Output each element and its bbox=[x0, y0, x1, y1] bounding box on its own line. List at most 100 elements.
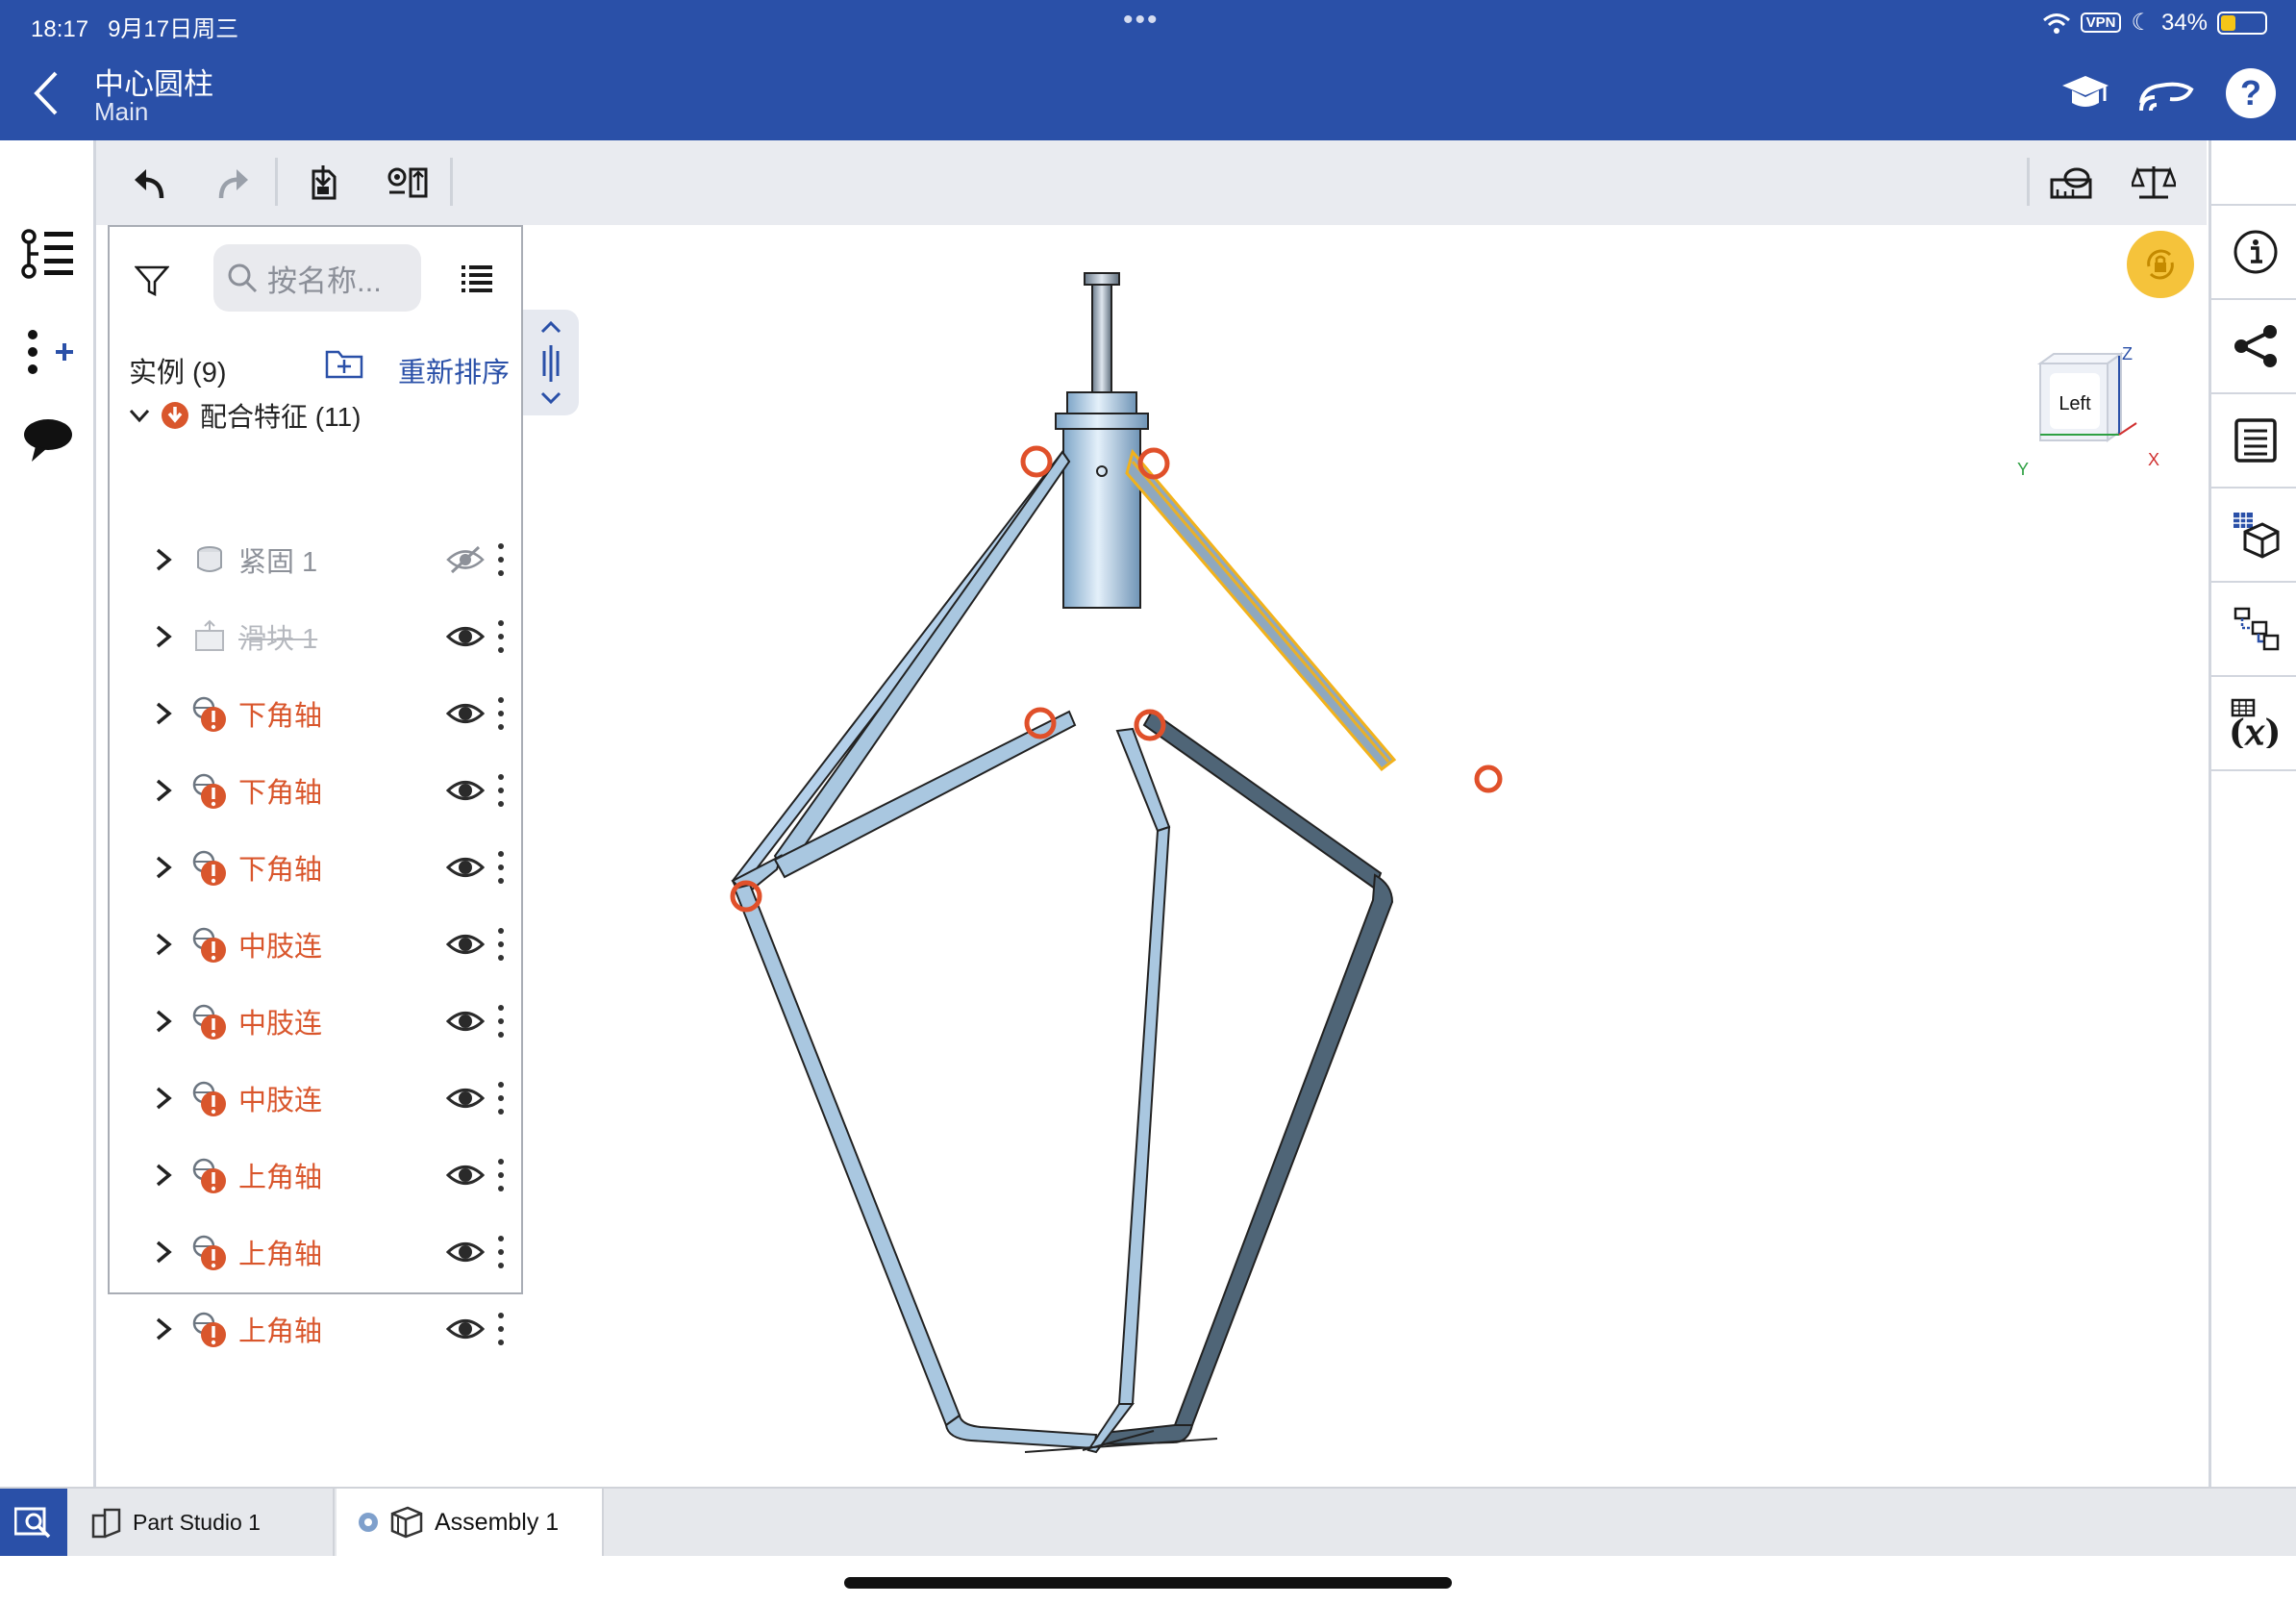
moon-icon: ☾ bbox=[2131, 10, 2152, 36]
more-options-icon[interactable] bbox=[496, 928, 506, 961]
eye-icon[interactable] bbox=[445, 776, 486, 805]
tab-search-icon[interactable] bbox=[0, 1489, 67, 1556]
panel-collapse-tab[interactable] bbox=[523, 310, 579, 415]
more-options-icon[interactable] bbox=[496, 774, 506, 807]
eye-icon[interactable] bbox=[445, 1007, 486, 1036]
more-options-icon[interactable] bbox=[496, 1236, 506, 1268]
more-options-icon[interactable] bbox=[496, 543, 506, 576]
redo-icon[interactable] bbox=[204, 154, 262, 212]
tab-part-studio[interactable]: Part Studio 1 bbox=[69, 1489, 335, 1556]
chevron-right-icon[interactable] bbox=[152, 623, 175, 650]
mate-row[interactable]: 上角轴 bbox=[110, 1214, 525, 1291]
mate-label: 上角轴 bbox=[238, 1316, 323, 1347]
more-options-icon[interactable] bbox=[496, 1313, 506, 1345]
eye-icon[interactable] bbox=[445, 1238, 486, 1266]
appearance-icon[interactable] bbox=[2211, 489, 2296, 583]
variables-icon[interactable]: (𝑥) bbox=[2211, 677, 2296, 771]
chevron-right-icon[interactable] bbox=[152, 777, 175, 804]
view-cube[interactable]: Left Z Y X bbox=[2011, 342, 2165, 477]
eye-icon[interactable] bbox=[445, 699, 486, 728]
fastened-mate-icon bbox=[190, 540, 229, 579]
mate-row[interactable]: 紧固 1 bbox=[110, 521, 525, 598]
mate-row[interactable]: 中肢连 bbox=[110, 906, 525, 983]
slider-mate-icon bbox=[190, 617, 229, 656]
feature-tree-icon[interactable] bbox=[17, 223, 79, 285]
replicate-icon[interactable] bbox=[379, 154, 437, 212]
more-options-icon[interactable] bbox=[496, 1082, 506, 1115]
eye-icon[interactable] bbox=[445, 930, 486, 959]
chevron-right-icon[interactable] bbox=[152, 546, 175, 573]
chevron-right-icon[interactable] bbox=[152, 700, 175, 727]
chevron-right-icon[interactable] bbox=[152, 1239, 175, 1266]
mate-row[interactable]: 上角轴 bbox=[110, 1137, 525, 1214]
new-folder-icon[interactable] bbox=[325, 348, 363, 379]
mate-error-icon bbox=[190, 694, 229, 733]
chevron-right-icon[interactable] bbox=[152, 1008, 175, 1035]
eye-icon[interactable] bbox=[445, 853, 486, 882]
document-tab-bar: Part Studio 1 Assembly 1 bbox=[0, 1487, 2296, 1556]
help-icon[interactable]: ? bbox=[2219, 62, 2283, 125]
mass-properties-icon[interactable] bbox=[2125, 154, 2183, 212]
rotation-lock-icon[interactable] bbox=[2127, 231, 2194, 298]
mate-row[interactable]: 下角轴 bbox=[110, 675, 525, 752]
chevron-down-icon[interactable] bbox=[129, 408, 150, 423]
view-cube-face-label: Left bbox=[2059, 393, 2091, 414]
mate-error-icon bbox=[190, 848, 229, 887]
chevron-right-icon[interactable] bbox=[152, 931, 175, 958]
more-options-icon[interactable] bbox=[496, 851, 506, 884]
mate-row[interactable]: 滑块 1 bbox=[110, 598, 525, 675]
learning-center-icon[interactable] bbox=[2054, 62, 2117, 125]
reorder-button[interactable]: 重新排序 bbox=[398, 350, 510, 390]
mate-row[interactable]: 下角轴 bbox=[110, 829, 525, 906]
bom-icon[interactable] bbox=[2211, 394, 2296, 489]
instance-list-panel: 按名称... 实例 (9) 重新排序 配合特征 (11) 紧固 1 滑块 1 下角轴… bbox=[108, 225, 525, 1347]
chevron-right-icon[interactable] bbox=[152, 1162, 175, 1189]
assembly-toolbar bbox=[96, 140, 2207, 225]
filter-icon[interactable] bbox=[135, 263, 169, 298]
instances-header: 实例 (9) bbox=[129, 358, 227, 388]
mate-row[interactable]: 中肢连 bbox=[110, 1060, 525, 1137]
more-options-icon[interactable] bbox=[496, 1159, 506, 1191]
mate-row[interactable]: 中肢连 bbox=[110, 983, 525, 1060]
home-indicator[interactable] bbox=[844, 1577, 1452, 1589]
mate-row[interactable]: 上角轴 bbox=[110, 1291, 525, 1367]
measure-icon[interactable] bbox=[2042, 154, 2100, 212]
assembly-icon bbox=[390, 1506, 423, 1539]
chevron-right-icon[interactable] bbox=[152, 854, 175, 881]
comments-icon[interactable] bbox=[17, 410, 79, 471]
mate-label: 中肢连 bbox=[238, 1009, 323, 1040]
mate-error-icon bbox=[190, 1002, 229, 1040]
eye-icon[interactable] bbox=[445, 1084, 486, 1113]
multitask-dots-icon[interactable]: ••• bbox=[1123, 4, 1160, 37]
more-options-icon[interactable] bbox=[496, 1005, 506, 1038]
more-options-icon[interactable] bbox=[496, 620, 506, 653]
assembly-model[interactable] bbox=[673, 260, 1538, 1471]
right-rail: (𝑥) bbox=[2209, 140, 2296, 1487]
eye-icon[interactable] bbox=[445, 622, 486, 651]
mate-features-group[interactable]: 配合特征 (11) bbox=[129, 396, 362, 435]
chevron-right-icon[interactable] bbox=[152, 1085, 175, 1112]
info-icon[interactable] bbox=[2211, 206, 2296, 300]
search-input[interactable]: 按名称... bbox=[213, 244, 421, 312]
chevron-right-icon[interactable] bbox=[152, 1316, 175, 1342]
back-chevron-icon[interactable] bbox=[27, 67, 65, 119]
workspace-name: Main bbox=[94, 97, 149, 126]
share-icon[interactable] bbox=[2211, 300, 2296, 394]
configurations-icon[interactable] bbox=[2211, 583, 2296, 677]
tab-info-icon[interactable] bbox=[358, 1512, 379, 1533]
eye-hidden-icon[interactable] bbox=[446, 545, 485, 574]
tab-assembly[interactable]: Assembly 1 bbox=[337, 1489, 604, 1556]
mate-group-label: 配合特征 (11) bbox=[200, 402, 362, 432]
mate-row[interactable]: 下角轴 bbox=[110, 752, 525, 829]
mate-error-icon bbox=[190, 1079, 229, 1117]
undo-icon[interactable] bbox=[121, 154, 179, 212]
insert-part-icon[interactable] bbox=[294, 154, 352, 212]
eye-icon[interactable] bbox=[445, 1161, 486, 1190]
connect-icon[interactable] bbox=[2134, 62, 2198, 125]
eye-icon[interactable] bbox=[445, 1315, 486, 1343]
insert-mate-icon[interactable] bbox=[17, 321, 79, 383]
tab-assembly-label: Assembly 1 bbox=[435, 1508, 560, 1536]
mate-label: 上角轴 bbox=[238, 1163, 323, 1193]
list-view-icon[interactable] bbox=[462, 263, 492, 292]
more-options-icon[interactable] bbox=[496, 697, 506, 730]
